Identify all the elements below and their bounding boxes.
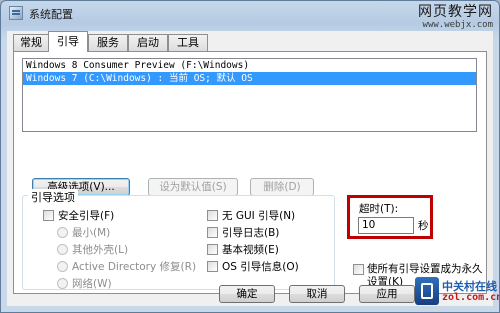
radio-dot[interactable]	[57, 244, 68, 255]
window-title: 系统配置	[29, 8, 73, 21]
set-default-button[interactable]: 设为默认值(S)	[148, 178, 238, 196]
checkbox-box[interactable]	[207, 244, 218, 255]
tab-boot[interactable]: 引导	[48, 31, 88, 52]
timeout-highlight-frame: 超时(T): 10 秒	[347, 195, 433, 239]
watermark-webjx-url: www.webjx.com	[422, 20, 493, 30]
base-video-checkbox[interactable]: 基本视频(E)	[207, 242, 279, 257]
safe-boot-label: 安全引导(F)	[58, 210, 115, 222]
no-gui-boot-label: 无 GUI 引导(N)	[222, 210, 296, 222]
radio-alternate-shell-label: 其他外壳(L)	[72, 244, 129, 256]
os-list-item-selected[interactable]: Windows 7 (C:\Windows) : 当前 OS; 默认 OS	[23, 72, 476, 85]
watermark-webjx: 网页教学网 www.webjx.com	[418, 5, 493, 30]
delete-button[interactable]: 删除(D)	[250, 178, 314, 196]
radio-dot[interactable]	[57, 278, 68, 289]
radio-minimal-label: 最小(M)	[72, 227, 111, 239]
tab-general[interactable]: 常规	[13, 34, 49, 51]
ok-button[interactable]: 确定	[219, 285, 275, 303]
tab-startup[interactable]: 启动	[128, 34, 168, 51]
os-list-item[interactable]: Windows 8 Consumer Preview (F:\Windows)	[23, 59, 476, 72]
apply-button[interactable]: 应用	[359, 285, 415, 303]
checkbox-box[interactable]	[43, 210, 54, 221]
os-boot-info-checkbox[interactable]: OS 引导信息(O)	[207, 259, 299, 274]
boot-options-legend: 引导选项	[28, 189, 78, 205]
boot-tab-panel: Windows 8 Consumer Preview (F:\Windows) …	[13, 51, 487, 294]
timeout-unit: 秒	[418, 220, 429, 232]
watermark-zol: 中关村在线 zol.com.cn	[415, 274, 499, 308]
checkbox-box[interactable]	[353, 264, 364, 275]
radio-dot[interactable]	[57, 227, 68, 238]
no-gui-boot-checkbox[interactable]: 无 GUI 引导(N)	[207, 208, 295, 223]
radio-ad-repair-label: Active Directory 修复(R)	[72, 261, 197, 273]
dialog-client-area: 常规 引导 服务 启动 工具 Windows 8 Consumer Previe…	[7, 31, 493, 306]
timeout-input[interactable]: 10	[358, 217, 414, 234]
os-boot-info-label: OS 引导信息(O)	[222, 261, 299, 273]
boot-options-group: 引导选项 安全引导(F) 最小(M) 其他外壳(L) Active Direct…	[22, 189, 335, 291]
checkbox-box[interactable]	[207, 210, 218, 221]
checkbox-box[interactable]	[207, 261, 218, 272]
system-configuration-window: 系统配置 网页教学网 www.webjx.com 常规 引导 服务 启动 工具 …	[0, 0, 500, 313]
safe-boot-checkbox[interactable]: 安全引导(F)	[43, 208, 114, 223]
title-bar[interactable]: 系统配置 网页教学网 www.webjx.com	[1, 1, 499, 30]
tab-tools[interactable]: 工具	[168, 34, 208, 51]
checkbox-box[interactable]	[207, 227, 218, 238]
os-list[interactable]: Windows 8 Consumer Preview (F:\Windows) …	[22, 58, 477, 132]
radio-dot[interactable]	[57, 261, 68, 272]
radio-ad-repair[interactable]: Active Directory 修复(R)	[57, 259, 196, 274]
timeout-label: 超时(T):	[359, 203, 399, 215]
watermark-webjx-title: 网页教学网	[418, 4, 493, 20]
cancel-button[interactable]: 取消	[289, 285, 345, 303]
radio-alternate-shell[interactable]: 其他外壳(L)	[57, 242, 128, 257]
radio-network-label: 网络(W)	[72, 278, 112, 290]
boot-log-label: 引导日志(B)	[222, 227, 280, 239]
tab-services[interactable]: 服务	[88, 34, 128, 51]
boot-log-checkbox[interactable]: 引导日志(B)	[207, 225, 279, 240]
radio-network[interactable]: 网络(W)	[57, 276, 112, 291]
msconfig-app-icon	[9, 6, 23, 20]
base-video-label: 基本视频(E)	[222, 244, 279, 256]
radio-minimal[interactable]: 最小(M)	[57, 225, 110, 240]
watermark-zol-url: zol.com.cn	[442, 292, 500, 303]
zol-logo-icon	[415, 277, 439, 305]
